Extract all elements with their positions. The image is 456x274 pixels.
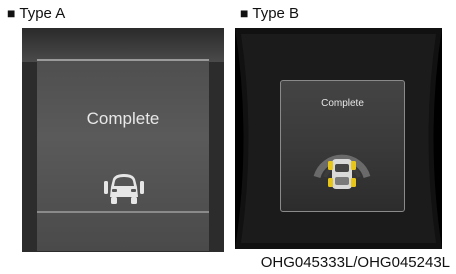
vehicle-front-sensor-icon — [103, 173, 145, 212]
complete-message: Complete — [86, 109, 160, 128]
display-screen: Complete — [280, 80, 405, 212]
display-screen: Complete — [37, 59, 209, 251]
cluster-display-type-a: Complete — [22, 28, 224, 252]
bullet-square-icon: ■ — [7, 5, 16, 21]
vehicle-steering-arc-icon — [311, 137, 373, 198]
bullet-square-icon: ■ — [240, 5, 249, 21]
type-b-text: Type B — [252, 5, 300, 22]
type-a-label: ■ Type A — [7, 5, 65, 22]
complete-message: Complete — [321, 98, 364, 109]
cluster-display-type-b: Complete — [235, 28, 442, 249]
screen-divider — [37, 211, 209, 213]
figure-caption: OHG045333L/OHG045243L — [260, 254, 450, 271]
display-top-band — [22, 28, 224, 62]
type-b-label: ■ Type B — [240, 5, 299, 22]
type-a-text: Type A — [19, 5, 66, 22]
